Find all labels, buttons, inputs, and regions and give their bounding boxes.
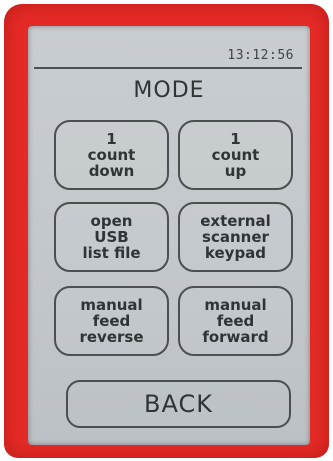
count-up-button-label: 1 count up xyxy=(211,130,260,180)
page-title: MODE xyxy=(133,78,205,103)
external-scanner-keypad-button[interactable]: external scanner keypad xyxy=(178,202,293,272)
clock-display: 13:12:56 xyxy=(227,48,294,63)
back-button[interactable]: BACK xyxy=(66,380,291,428)
manual-feed-forward-button[interactable]: manual feed forward xyxy=(178,286,293,356)
open-usb-list-file-button[interactable]: open USB list file xyxy=(54,202,169,272)
count-down-button[interactable]: 1 count down xyxy=(54,120,169,190)
manual-feed-reverse-button-label: manual feed reverse xyxy=(79,296,144,346)
device-photo: 13:12:56 MODE 1 count down 1 count up op… xyxy=(0,0,333,461)
open-usb-list-file-button-label: open USB list file xyxy=(82,212,141,262)
external-scanner-keypad-button-label: external scanner keypad xyxy=(200,212,271,262)
count-down-button-label: 1 count down xyxy=(87,130,136,180)
count-up-button[interactable]: 1 count up xyxy=(178,120,293,190)
lcd-screen: 13:12:56 MODE 1 count down 1 count up op… xyxy=(28,26,310,445)
manual-feed-reverse-button[interactable]: manual feed reverse xyxy=(54,286,169,356)
manual-feed-forward-button-label: manual feed forward xyxy=(202,296,269,346)
header-divider xyxy=(34,67,302,69)
back-button-label: BACK xyxy=(144,390,213,418)
